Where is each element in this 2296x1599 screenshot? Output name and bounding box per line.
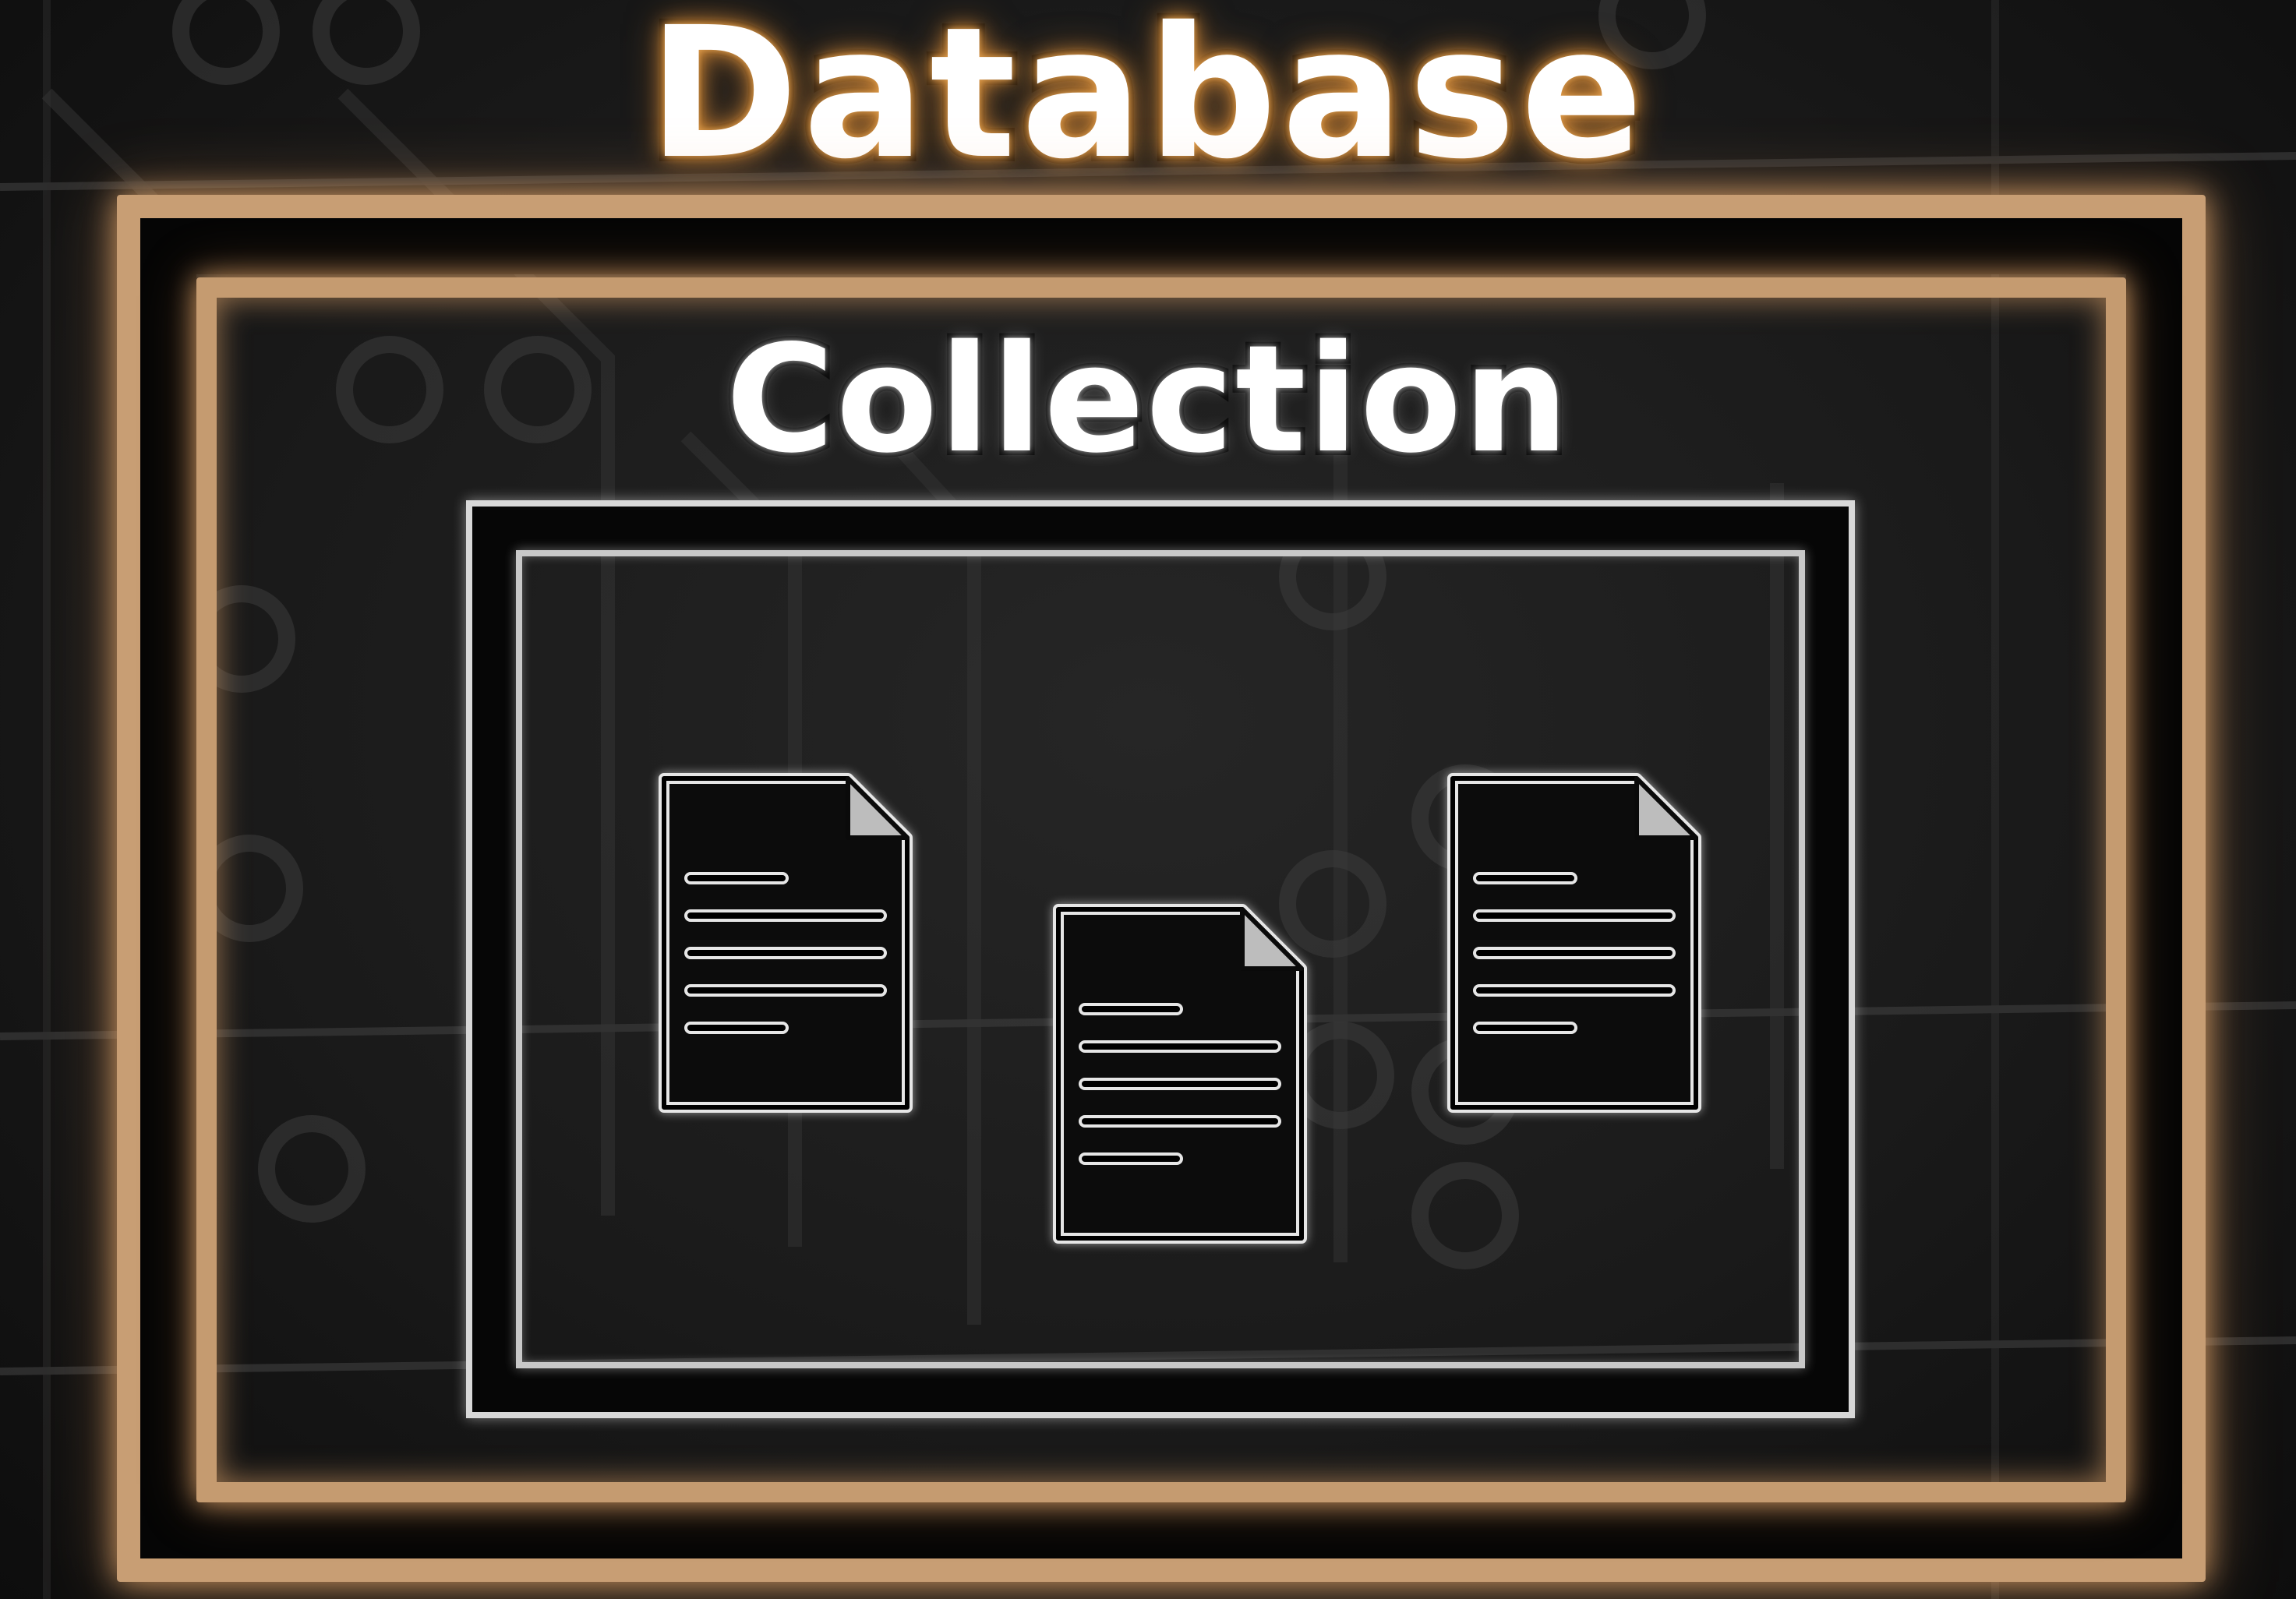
database-title: Database <box>643 0 1649 199</box>
collection-title: Collection <box>721 313 1573 485</box>
document-icon <box>659 773 913 1113</box>
diagram-canvas: Database Collection <box>0 0 2296 1599</box>
document-icon <box>1053 904 1307 1244</box>
document-icon <box>1447 773 1701 1113</box>
